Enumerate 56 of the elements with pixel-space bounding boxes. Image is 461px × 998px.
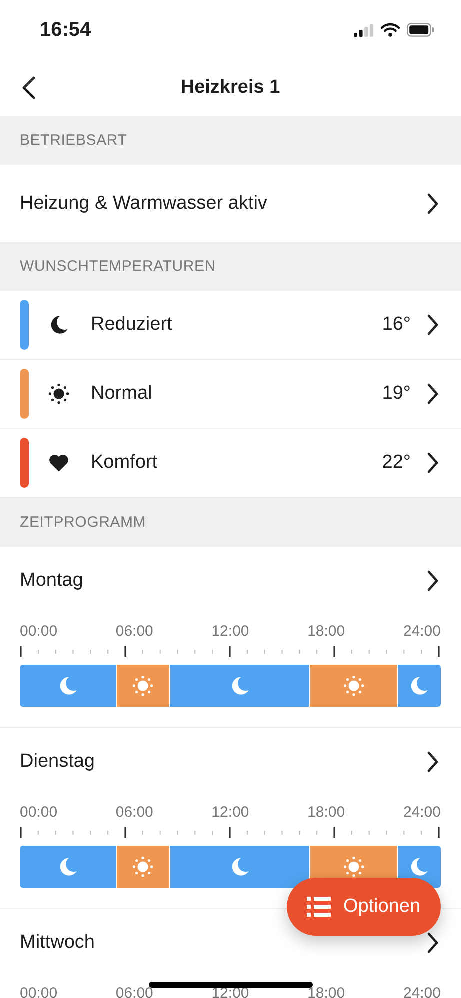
schedule-segment[interactable] bbox=[396, 665, 441, 707]
time-label: 12:00 bbox=[212, 985, 250, 998]
wifi-icon bbox=[381, 23, 400, 37]
sun-icon bbox=[48, 383, 70, 405]
day-label: Mittwoch bbox=[20, 932, 95, 954]
temperature-label: Komfort bbox=[91, 452, 159, 474]
time-label: 00:00 bbox=[20, 804, 58, 821]
time-label: 24:00 bbox=[403, 623, 441, 640]
status-time: 16:54 bbox=[40, 18, 92, 42]
sun-icon bbox=[342, 675, 364, 697]
time-label: 18:00 bbox=[308, 804, 346, 821]
heart-icon bbox=[48, 452, 70, 474]
schedule-segment[interactable] bbox=[20, 846, 116, 888]
schedule-segment[interactable] bbox=[116, 665, 170, 707]
day-label: Montag bbox=[20, 570, 84, 592]
temperature-value: 22° bbox=[382, 452, 411, 474]
chevron-right-icon bbox=[427, 751, 439, 773]
time-label: 06:00 bbox=[116, 623, 154, 640]
time-label: 00:00 bbox=[20, 623, 58, 640]
section-header: ZEITPROGRAMM bbox=[20, 514, 146, 531]
chevron-right-icon bbox=[427, 570, 439, 592]
section-header: WUNSCHTEMPERATUREN bbox=[20, 258, 216, 275]
time-label: 12:00 bbox=[212, 623, 250, 640]
chevron-right-icon bbox=[427, 383, 439, 405]
operating-mode-row[interactable]: Heizung & Warmwasser aktiv bbox=[0, 165, 461, 242]
sun-icon bbox=[132, 675, 154, 697]
schedule-segment[interactable] bbox=[169, 665, 310, 707]
battery-icon bbox=[407, 23, 435, 37]
schedule-segment[interactable] bbox=[116, 846, 170, 888]
list-icon bbox=[307, 897, 332, 917]
schedule-segment[interactable] bbox=[20, 665, 116, 707]
temperature-value: 16° bbox=[382, 314, 411, 336]
temperature-label: Normal bbox=[91, 383, 154, 405]
schedule-segment[interactable] bbox=[309, 665, 397, 707]
chevron-right-icon bbox=[427, 932, 439, 954]
time-label: 00:00 bbox=[20, 985, 58, 998]
page-title: Heizkreis 1 bbox=[180, 77, 280, 99]
chevron-right-icon bbox=[427, 314, 439, 336]
temperature-label: Reduziert bbox=[91, 314, 174, 336]
time-label: 18:00 bbox=[308, 623, 346, 640]
time-label: 24:00 bbox=[403, 985, 441, 998]
options-button[interactable]: Optionen bbox=[287, 878, 441, 936]
time-label: 06:00 bbox=[116, 985, 154, 998]
sun-icon bbox=[132, 856, 154, 878]
time-label: 12:00 bbox=[212, 804, 250, 821]
sun-icon bbox=[342, 856, 364, 878]
day-label: Dienstag bbox=[20, 751, 95, 773]
chevron-right-icon bbox=[427, 192, 439, 214]
time-label: 06:00 bbox=[116, 804, 154, 821]
signal-icon bbox=[354, 24, 374, 36]
temperature-value: 19° bbox=[382, 383, 411, 405]
section-header: BETRIEBSART bbox=[20, 132, 128, 149]
time-label: 24:00 bbox=[403, 804, 441, 821]
chevron-right-icon bbox=[427, 452, 439, 474]
schedule-segment[interactable] bbox=[169, 846, 310, 888]
time-label: 18:00 bbox=[308, 985, 346, 998]
